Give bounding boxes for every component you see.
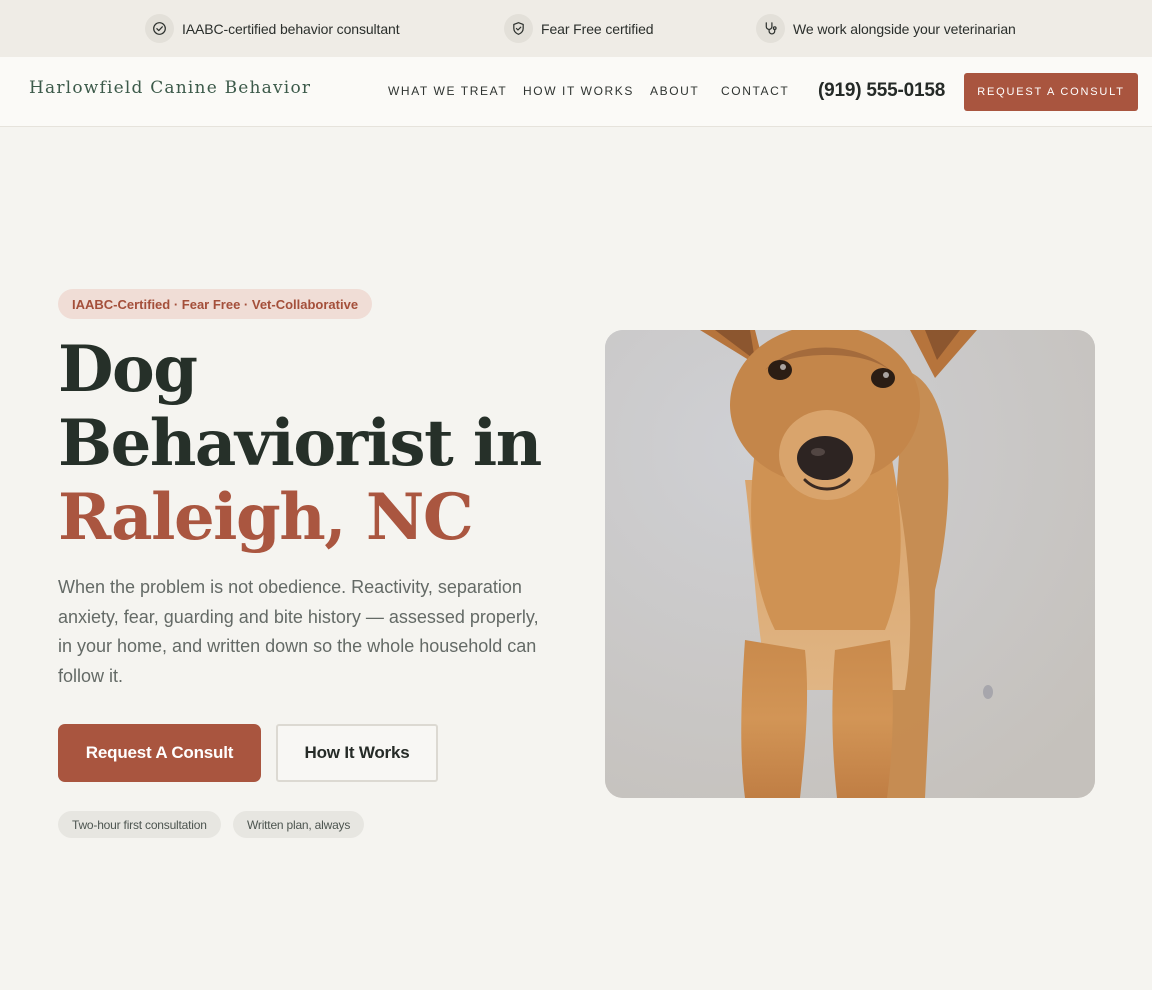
request-consult-button[interactable]: Request A Consult: [58, 724, 261, 782]
title-line: Behaviorist in: [58, 406, 542, 481]
shield-check-icon: [504, 14, 533, 43]
trust-item-label: IAABC-certified behavior consultant: [182, 20, 400, 37]
brand-logo[interactable]: Harlowfield Canine Behavior: [29, 78, 311, 98]
feature-chip: Written plan, always: [233, 811, 365, 838]
request-consult-header-button[interactable]: REQUEST A CONSULT: [964, 73, 1138, 111]
stethoscope-icon: [756, 14, 785, 43]
phone-link[interactable]: (919) 555-0158: [818, 80, 945, 102]
title-location: Raleigh, NC: [58, 480, 474, 555]
trust-bar: IAABC-certified behavior consultant Fear…: [0, 0, 1152, 57]
nav-contact[interactable]: CONTACT: [721, 84, 789, 98]
check-circle-icon: [145, 14, 174, 43]
nav-about[interactable]: ABOUT: [650, 84, 699, 98]
site-header: Harlowfield Canine Behavior WHAT WE TREA…: [0, 57, 1152, 127]
trust-item-iaabc: IAABC-certified behavior consultant: [145, 14, 400, 43]
trust-item-fear-free: Fear Free certified: [504, 14, 654, 43]
trust-item-label: We work alongside your veterinarian: [793, 20, 1016, 37]
feature-chip: Two-hour first consultation: [58, 811, 221, 838]
page-title: Dog Behaviorist in Raleigh, NC: [58, 333, 578, 555]
trust-item-label: Fear Free certified: [541, 20, 654, 37]
how-it-works-button[interactable]: How It Works: [276, 724, 438, 782]
credentials-badge: IAABC-Certified · Fear Free · Vet-Collab…: [58, 289, 373, 319]
title-line: Dog: [58, 332, 198, 407]
trust-item-veterinarian: We work alongside your veterinarian: [756, 14, 1016, 43]
hero-description: When the problem is not obedience. React…: [58, 577, 539, 687]
nav-what-we-treat[interactable]: WHAT WE TREAT: [388, 84, 507, 98]
hero-dog-photo: [605, 330, 1095, 798]
nav-how-it-works[interactable]: HOW IT WORKS: [523, 84, 634, 98]
dog-illustration: [605, 330, 1095, 798]
